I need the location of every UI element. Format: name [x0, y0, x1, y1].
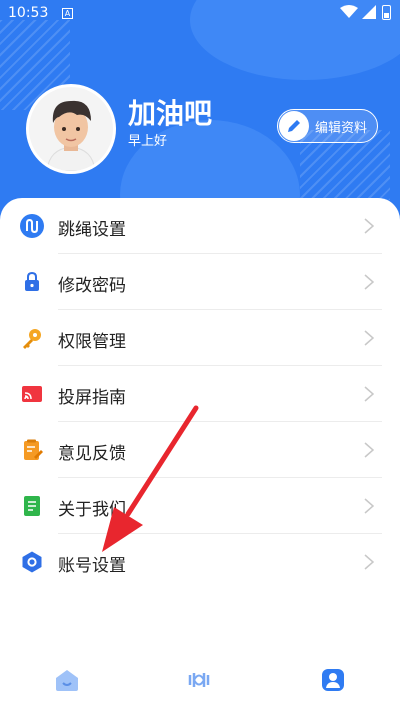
edit-profile-label: 编辑资料	[315, 120, 368, 136]
battery-icon	[382, 5, 391, 20]
menu-label: 修改密码	[58, 276, 126, 296]
signal-icon	[362, 5, 376, 19]
menu-item-account-settings[interactable]: 账号设置	[0, 534, 400, 590]
feedback-icon	[24, 439, 43, 460]
menu-item-permission-management[interactable]: 权限管理	[0, 310, 400, 366]
pencil-icon	[279, 111, 309, 141]
avatar[interactable]	[26, 84, 116, 174]
wifi-icon	[340, 5, 358, 18]
lock-icon	[25, 271, 39, 291]
chevron-right-icon	[364, 386, 375, 402]
menu-label: 意见反馈	[58, 444, 126, 464]
notification-a-icon: A	[62, 8, 73, 19]
menu-item-cast-guide[interactable]: 投屏指南	[0, 366, 400, 422]
menu-item-change-password[interactable]: 修改密码	[0, 254, 400, 310]
status-time: 10:53	[8, 5, 49, 21]
menu-item-about-us[interactable]: 关于我们	[0, 478, 400, 534]
cast-icon	[22, 386, 42, 402]
menu-label: 关于我们	[58, 500, 126, 520]
account-settings-icon	[22, 551, 42, 573]
chevron-right-icon	[364, 442, 375, 458]
jump-rope-tab-icon[interactable]	[186, 667, 212, 693]
menu-item-jump-rope-settings[interactable]: 跳绳设置	[0, 198, 400, 254]
menu-label: 权限管理	[58, 332, 126, 352]
menu-label: 投屏指南	[58, 388, 126, 408]
jump-rope-icon	[20, 214, 44, 238]
menu-item-feedback[interactable]: 意见反馈	[0, 422, 400, 478]
chevron-right-icon	[364, 498, 375, 514]
username: 加油吧	[128, 97, 213, 130]
status-bar: 10:53 A	[0, 0, 400, 28]
menu-label: 跳绳设置	[58, 220, 126, 240]
chevron-right-icon	[364, 218, 375, 234]
edit-profile-button[interactable]: 编辑资料	[277, 109, 378, 143]
key-icon	[23, 329, 41, 349]
menu-label: 账号设置	[58, 556, 126, 576]
chevron-right-icon	[364, 554, 375, 570]
greeting-text: 早上好	[128, 134, 168, 149]
chevron-right-icon	[364, 274, 375, 290]
chevron-right-icon	[364, 330, 375, 346]
avatar-illustration-icon	[29, 87, 113, 171]
profile-icon[interactable]	[320, 667, 346, 693]
bottom-tab-bar	[0, 655, 400, 710]
settings-card: 跳绳设置 修改密码 权限管理 投屏指南 意见反馈 关于我们 账号设置	[0, 198, 400, 658]
home-icon[interactable]	[54, 667, 80, 693]
about-icon	[24, 496, 40, 516]
